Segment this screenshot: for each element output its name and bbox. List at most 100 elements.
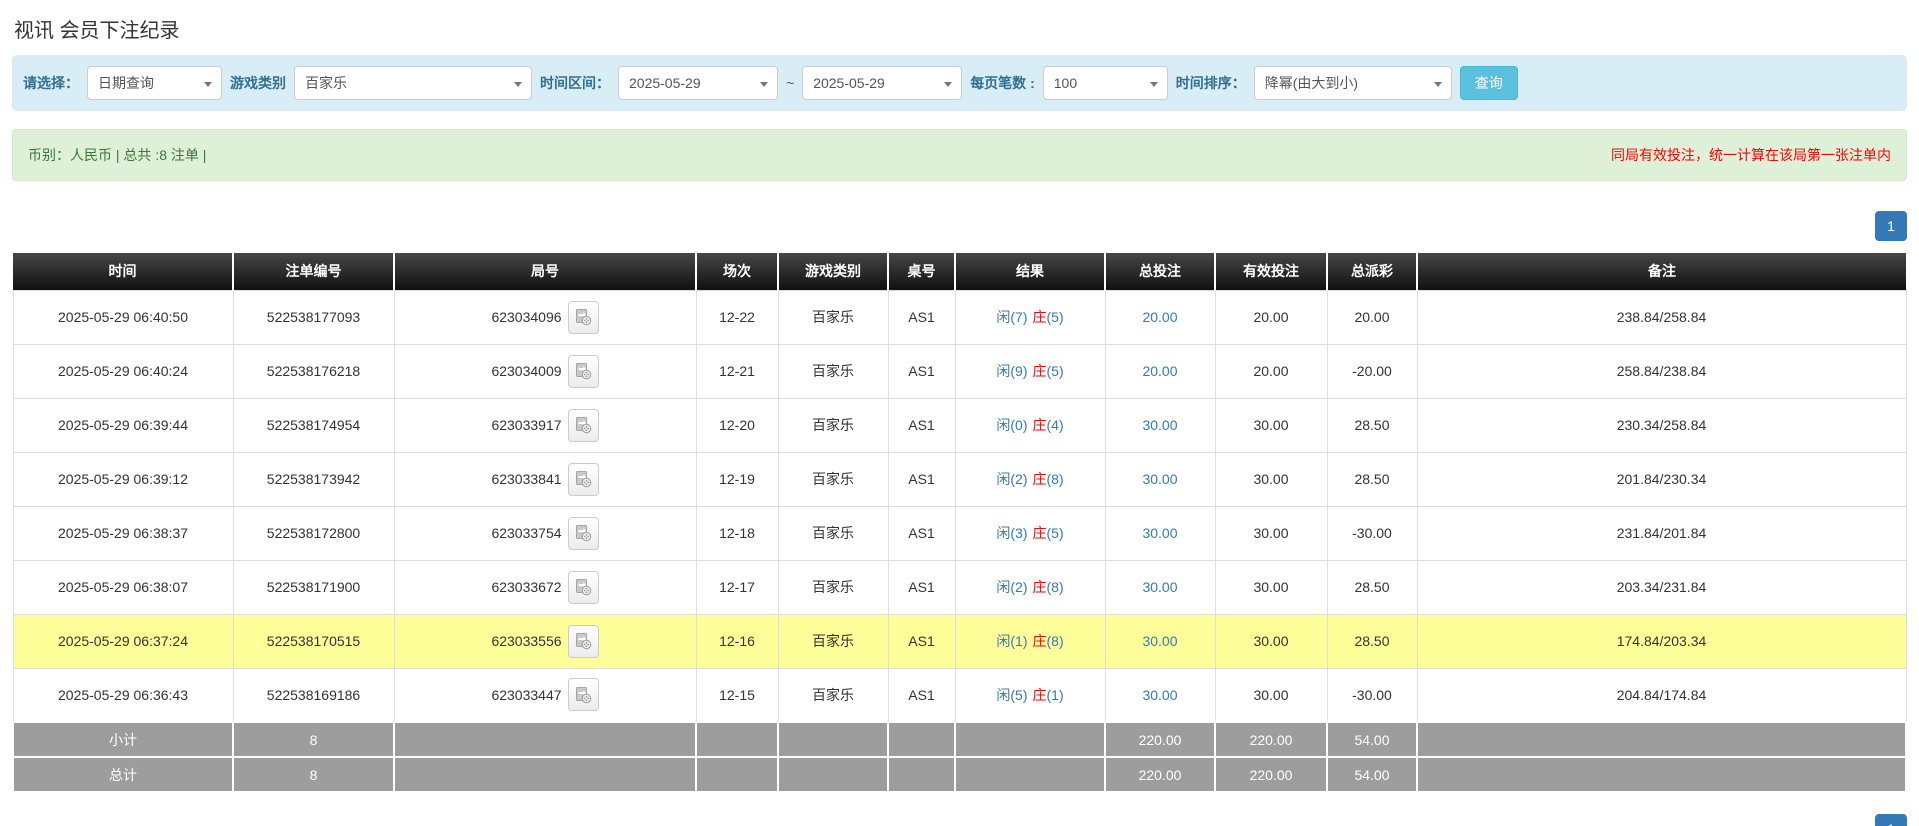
date-to-select[interactable]: 2025-05-29 [802,66,962,100]
result-player: 闲(0) [996,417,1027,433]
total-bet-link[interactable]: 30.00 [1142,579,1177,595]
page-title: 视讯 会员下注纪录 [12,0,1907,55]
cell-payout: -20.00 [1327,344,1417,398]
round-id-value: 623033917 [491,417,561,433]
cell-remark: 204.84/174.84 [1417,668,1906,722]
total-bet-link[interactable]: 20.00 [1142,309,1177,325]
table-row: 2025-05-29 06:39:44 522538174954 6230339… [13,398,1906,452]
cell-session: 12-15 [696,668,778,722]
video-record-icon [574,632,592,650]
filter-bar: 请选择： 日期查询 游戏类别 百家乐 时间区间： 2025-05-29 ~ 20… [13,56,1906,110]
cell-result: 闲(1)庄(8) [955,614,1105,668]
cell-round-id: 623034096 [394,290,696,344]
bet-records-table: 时间 注单编号 局号 场次 游戏类别 桌号 结果 总投注 有效投注 总派彩 备注… [12,253,1907,793]
page-1-button[interactable]: 1 [1875,211,1907,241]
page-size-select[interactable]: 100 [1043,66,1168,100]
result-banker: 庄 [1033,633,1047,649]
video-record-button[interactable] [568,301,599,334]
cell-table-no: AS1 [888,398,955,452]
cell-payout: 28.50 [1327,452,1417,506]
cell-remark: 258.84/238.84 [1417,344,1906,398]
cell-valid-bet: 30.00 [1215,614,1327,668]
page-1-button-bottom[interactable]: 1 [1875,814,1907,826]
result-banker: 庄 [1033,525,1047,541]
cell-table-no: AS1 [888,344,955,398]
video-record-button[interactable] [568,625,599,658]
cell-bet-id: 522538177093 [233,290,394,344]
video-record-icon [574,308,592,326]
video-record-button[interactable] [568,517,599,550]
total-bet-link[interactable]: 30.00 [1142,525,1177,541]
result-player: 闲(2) [996,471,1027,487]
cell-remark: 203.34/231.84 [1417,560,1906,614]
total-bet-link[interactable]: 30.00 [1142,687,1177,703]
result-banker: 庄 [1033,417,1047,433]
chevron-down-icon [760,82,768,87]
cell-result: 闲(2)庄(8) [955,452,1105,506]
pagination-bottom: 1 [1875,814,1907,826]
cell-result: 闲(9)庄(5) [955,344,1105,398]
result-banker-num: (1) [1047,687,1064,703]
result-banker-num: (4) [1047,417,1064,433]
result-banker: 庄 [1033,363,1047,379]
video-record-icon [574,578,592,596]
cell-valid-bet: 20.00 [1215,344,1327,398]
cell-table-no: AS1 [888,560,955,614]
cell-total-bet: 20.00 [1105,344,1215,398]
cell-game-category: 百家乐 [778,398,888,452]
table-summary: 小计 8 220.00 220.00 54.00 总计 8 220.00 220… [13,722,1906,792]
cell-bet-id: 522538176218 [233,344,394,398]
video-record-button[interactable] [568,355,599,388]
result-banker-num: (8) [1047,633,1064,649]
cell-time: 2025-05-29 06:38:37 [13,506,233,560]
cell-game-category: 百家乐 [778,506,888,560]
cell-remark: 231.84/201.84 [1417,506,1906,560]
grand-total-payout: 54.00 [1327,757,1417,792]
cell-payout: -30.00 [1327,506,1417,560]
table-row: 2025-05-29 06:40:24 522538176218 6230340… [13,344,1906,398]
round-id-value: 623033841 [491,471,561,487]
query-type-select[interactable]: 日期查询 [87,66,222,100]
cell-table-no: AS1 [888,452,955,506]
cell-table-no: AS1 [888,290,955,344]
cell-remark: 230.34/258.84 [1417,398,1906,452]
cell-bet-id: 522538170515 [233,614,394,668]
chevron-down-icon [1434,82,1442,87]
total-bet-link[interactable]: 30.00 [1142,633,1177,649]
cell-remark: 238.84/258.84 [1417,290,1906,344]
video-record-button[interactable] [568,678,599,711]
time-sort-select[interactable]: 降幂(由大到小) [1254,66,1452,100]
cell-valid-bet: 20.00 [1215,290,1327,344]
total-bet-link[interactable]: 30.00 [1142,471,1177,487]
date-from-select[interactable]: 2025-05-29 [618,66,778,100]
filter-panel: 请选择： 日期查询 游戏类别 百家乐 时间区间： 2025-05-29 ~ 20… [12,55,1907,111]
page-size-label: 每页笔数 : [970,73,1035,93]
cell-valid-bet: 30.00 [1215,560,1327,614]
round-id-value: 623033672 [491,579,561,595]
table-row: 2025-05-29 06:39:12 522538173942 6230338… [13,452,1906,506]
table-row: 2025-05-29 06:36:43 522538169186 6230334… [13,668,1906,722]
chevron-down-icon [514,82,522,87]
grand-total-row: 总计 8 220.00 220.00 54.00 [13,757,1906,792]
game-category-select[interactable]: 百家乐 [294,66,532,100]
search-button[interactable]: 查询 [1460,66,1518,100]
video-record-icon [574,362,592,380]
total-bet-link[interactable]: 30.00 [1142,417,1177,433]
total-bet-link[interactable]: 20.00 [1142,363,1177,379]
time-sort-label: 时间排序： [1176,73,1246,93]
video-record-button[interactable] [568,409,599,442]
cell-payout: 28.50 [1327,398,1417,452]
date-range-tilde: ~ [786,75,794,91]
cell-game-category: 百家乐 [778,668,888,722]
video-record-button[interactable] [568,571,599,604]
header-total-bet: 总投注 [1105,253,1215,290]
cell-remark: 174.84/203.34 [1417,614,1906,668]
query-type-label: 请选择： [23,73,79,93]
video-record-button[interactable] [568,463,599,496]
result-player: 闲(5) [996,687,1027,703]
cell-table-no: AS1 [888,614,955,668]
result-banker: 庄 [1033,471,1047,487]
table-body: 2025-05-29 06:40:50 522538177093 6230340… [13,290,1906,722]
table-row: 2025-05-29 06:37:24 522538170515 6230335… [13,614,1906,668]
query-type-value: 日期查询 [98,73,154,93]
